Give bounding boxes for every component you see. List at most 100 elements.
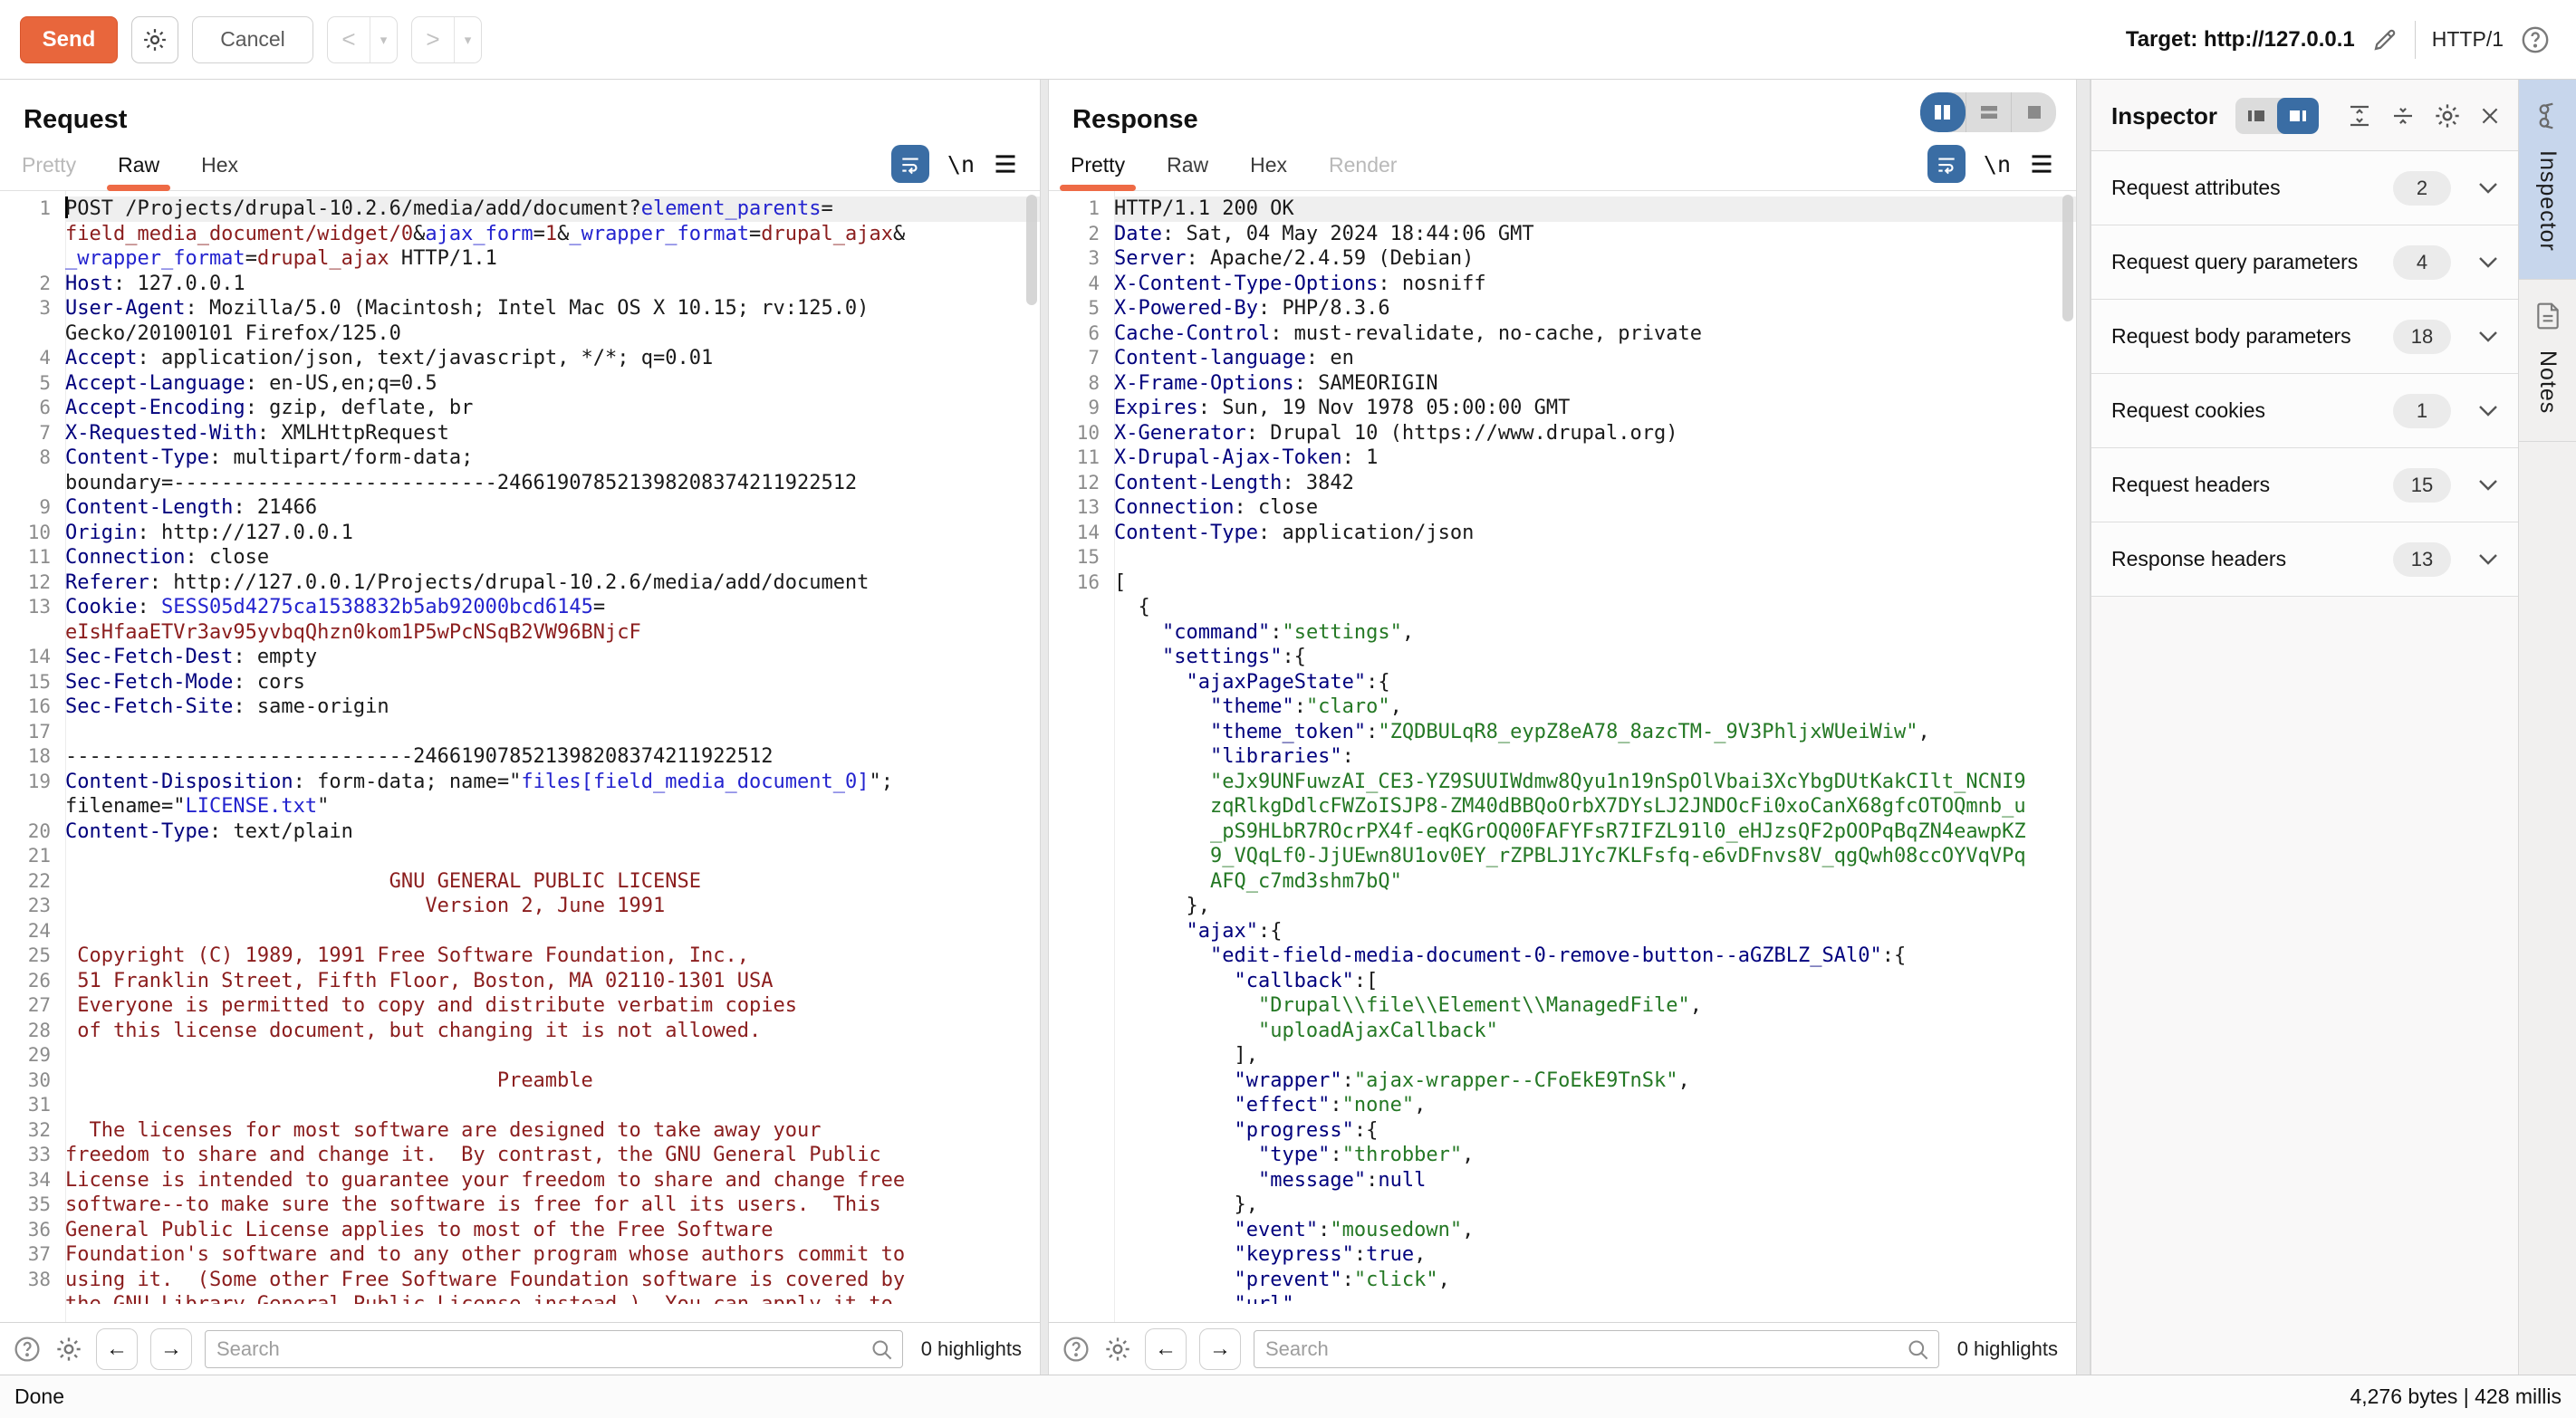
editor-line: 29 [0,1043,1040,1068]
tab-raw[interactable]: Raw [1167,153,1208,190]
editor-line: "wrapper":"ajax-wrapper--CFoEkE9TnSk", [1049,1068,2076,1094]
layout-single-button[interactable] [2011,92,2056,132]
response-search-input[interactable] [1254,1330,1939,1368]
line-content: X-Content-Type-Options: nosniff [1114,272,2076,297]
line-content: Cache-Control: must-revalidate, no-cache… [1114,321,2076,347]
view-layout-toggle [1920,92,2056,132]
request-search-input[interactable] [205,1330,903,1368]
line-content: Content-Length: 3842 [1114,471,2076,496]
dock-left-button[interactable] [2235,98,2277,134]
inspector-section-response-headers[interactable]: Response headers13 [2091,522,2518,597]
editor-line: "event":"mousedown", [1049,1218,2076,1243]
editor-line: "settings":{ [1049,645,2076,670]
editor-line: 2Host: 127.0.0.1 [0,272,1040,297]
editor-line: 31 [0,1093,1040,1118]
request-scrollbar[interactable] [1026,195,1037,305]
editor-menu-icon[interactable] [2029,153,2054,175]
section-label: Response headers [2111,547,2286,571]
line-content: eIsHfaaETVr3av95yvbqQhzn0kom1P5wPcNSqB2V… [65,620,1040,646]
search-settings-gear-icon[interactable] [54,1335,83,1364]
line-number [1049,1268,1114,1293]
inspector-title: Inspector [2111,102,2217,130]
editor-line: "eJx9UNFuwzAI_CE3-YZ9SUUIWdmw8Qyu1n19nSp… [1049,770,2076,795]
line-number: 8 [0,446,65,471]
line-number: 5 [0,371,65,397]
section-label: Request body parameters [2111,324,2351,349]
editor-line: 6Cache-Control: must-revalidate, no-cach… [1049,321,2076,347]
tab-raw[interactable]: Raw [118,153,159,190]
search-previous-button[interactable]: ← [96,1328,138,1370]
search-help-icon[interactable] [1062,1335,1091,1364]
close-inspector-icon[interactable] [2478,104,2502,128]
inspector-section-request-attributes[interactable]: Request attributes2 [2091,151,2518,225]
section-label: Request cookies [2111,398,2265,423]
search-next-button[interactable]: → [150,1328,192,1370]
line-number: 16 [1049,570,1114,596]
editor-line: 10X-Generator: Drupal 10 (https://www.dr… [1049,421,2076,446]
request-tab-icons: \n [891,145,1018,190]
line-number: 25 [0,944,65,969]
edit-target-pencil-icon[interactable] [2371,26,2398,53]
editor-line: 8X-Frame-Options: SAMEORIGIN [1049,371,2076,397]
inspector-section-request-body-parameters[interactable]: Request body parameters18 [2091,300,2518,374]
cancel-button[interactable]: Cancel [192,16,313,63]
line-number: 3 [0,296,65,321]
dock-right-button[interactable] [2277,98,2319,134]
side-tab-inspector[interactable]: Inspector [2519,80,2576,280]
send-settings-button[interactable] [131,16,178,63]
previous-dropdown-caret-icon[interactable]: ▾ [370,17,397,62]
editor-line: 2Date: Sat, 04 May 2024 18:44:06 GMT [1049,222,2076,247]
panel-splitter[interactable] [1040,80,1049,1375]
expand-all-icon[interactable] [2346,102,2373,129]
panel-splitter[interactable] [2076,80,2091,1375]
tab-pretty[interactable]: Pretty [22,153,76,190]
line-number [1049,944,1114,969]
next-dropdown-caret-icon[interactable]: ▾ [454,17,481,62]
search-next-button[interactable]: → [1199,1328,1241,1370]
inspector-section-request-headers[interactable]: Request headers15 [2091,448,2518,522]
line-number: 38 [0,1268,65,1293]
side-tab-notes[interactable]: Notes [2519,280,2576,442]
response-scrollbar[interactable] [2062,195,2073,321]
show-newlines-toggle[interactable]: \n [1984,151,2011,177]
tab-pretty[interactable]: Pretty [1071,153,1125,190]
line-number: 35 [0,1193,65,1218]
inspector-section-request-query-parameters[interactable]: Request query parameters4 [2091,225,2518,300]
search-previous-button[interactable]: ← [1145,1328,1187,1370]
line-content: of this license document, but changing i… [65,1019,1040,1044]
notes-document-icon [2534,302,2562,331]
line-number [0,246,65,272]
layout-rows-button[interactable] [1966,92,2011,132]
next-request-button[interactable]: > ▾ [411,16,482,63]
editor-line: boundary=---------------------------2466… [0,471,1040,496]
word-wrap-toggle-icon[interactable] [891,145,929,183]
request-editor[interactable]: 1POST /Projects/drupal-10.2.6/media/add/… [0,191,1040,1322]
tab-render[interactable]: Render [1329,153,1397,190]
word-wrap-toggle-icon[interactable] [1927,145,1966,183]
search-help-icon[interactable] [13,1335,42,1364]
response-editor[interactable]: 1HTTP/1.1 200 OK2Date: Sat, 04 May 2024 … [1049,191,2076,1322]
editor-menu-icon[interactable] [993,153,1018,175]
tab-hex[interactable]: Hex [1250,153,1287,190]
response-search-bar: ← → 0 highlights [1049,1322,2076,1375]
show-newlines-toggle[interactable]: \n [947,151,975,177]
target-label: Target: http://127.0.0.1 [2126,27,2355,53]
toolbar: Send Cancel < ▾ > ▾ Target: http://127.0… [0,0,2576,80]
response-highlights-count: 0 highlights [1957,1337,2058,1361]
line-number: 20 [0,819,65,845]
send-button[interactable]: Send [20,16,118,63]
line-number: 11 [1049,446,1114,471]
tab-hex[interactable]: Hex [201,153,238,190]
collapse-all-icon[interactable] [2389,102,2417,129]
search-settings-gear-icon[interactable] [1103,1335,1132,1364]
help-icon[interactable] [2520,24,2551,55]
line-number: 4 [1049,272,1114,297]
line-content: POST /Projects/drupal-10.2.6/media/add/d… [65,196,1040,222]
editor-line: ], [1049,1043,2076,1068]
line-content: "theme_token":"ZQDBULqR8_eypZ8eA78_8azcT… [1114,720,2076,745]
layout-columns-button[interactable] [1920,92,1966,132]
inspector-section-request-cookies[interactable]: Request cookies1 [2091,374,2518,448]
previous-request-button[interactable]: < ▾ [327,16,398,63]
inspector-settings-gear-icon[interactable] [2433,101,2462,130]
inspector-section-list: Request attributes2Request query paramet… [2091,150,2518,597]
